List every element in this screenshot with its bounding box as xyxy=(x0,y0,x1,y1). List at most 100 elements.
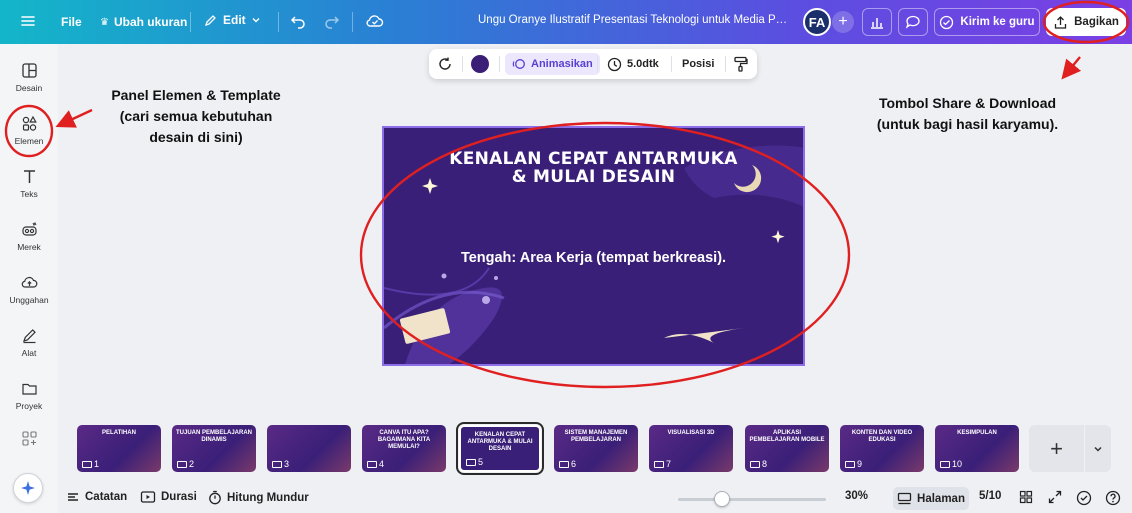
slide-canvas[interactable]: KENALAN CEPAT ANTARMUKA & MULAI DESAIN T… xyxy=(382,126,805,366)
page-thumbnail-7[interactable]: VISUALISASI 3D 7 xyxy=(649,425,733,472)
sidebar-item-elements[interactable]: Elemen xyxy=(0,105,58,155)
refresh-sparkle-icon xyxy=(439,57,451,70)
send-to-teacher-button[interactable]: Kirim ke guru xyxy=(934,8,1040,36)
insights-button[interactable] xyxy=(862,8,892,36)
page-thumbnail-3[interactable]: 3 xyxy=(267,425,351,472)
cloud-upload-icon xyxy=(21,276,37,288)
page-thumbnail-4[interactable]: CANVA ITU APA? BAGAIMANA KITA MEMULAI? 4 xyxy=(362,425,446,472)
position-button[interactable]: Posisi xyxy=(682,49,714,79)
page-counter[interactable]: 5/10 xyxy=(979,490,1001,502)
check-button[interactable] xyxy=(1076,490,1092,506)
animate-icon xyxy=(512,59,525,69)
edit-menu[interactable]: Edit xyxy=(204,13,261,27)
bar-chart-icon xyxy=(871,18,883,29)
copy-style-button[interactable] xyxy=(733,49,748,79)
slide-icon xyxy=(82,460,92,468)
sidebar-item-brand[interactable]: Merek xyxy=(0,211,58,261)
help-button[interactable] xyxy=(1105,490,1121,506)
redo-button[interactable] xyxy=(324,13,340,29)
hamburger-icon xyxy=(21,16,35,26)
plus-icon: + xyxy=(838,13,848,30)
slide-icon xyxy=(177,460,187,468)
document-title[interactable]: Ungu Oranye Ilustratif Presentasi Teknol… xyxy=(478,14,788,26)
avatar[interactable]: FA xyxy=(803,8,831,36)
duration-button[interactable]: Durasi xyxy=(140,490,197,504)
context-toolbar: Animasikan 5.0dtk Posisi xyxy=(429,49,757,79)
slide-icon xyxy=(750,460,760,468)
cloud-save-status[interactable] xyxy=(366,13,384,29)
slide-title-line1[interactable]: KENALAN CEPAT ANTARMUKA xyxy=(384,150,803,168)
slide-icon xyxy=(654,460,664,468)
page-thumbnail-8[interactable]: APLIKASI PEMBELAJARAN MOBILE 8 xyxy=(745,425,829,472)
sidebar-item-uploads[interactable]: Unggahan xyxy=(0,264,58,314)
pen-icon xyxy=(22,328,36,343)
sidebar-item-tools[interactable]: Alat xyxy=(0,317,58,367)
sidebar-item-projects[interactable]: Proyek xyxy=(0,370,58,420)
slide-icon xyxy=(845,460,855,468)
page-thumbnail-10[interactable]: KESIMPULAN 10 xyxy=(935,425,1019,472)
magic-assistant-button[interactable] xyxy=(13,473,43,503)
color-swatch-button[interactable] xyxy=(471,49,489,79)
bottom-bar: Catatan Durasi Hitung Mundur 30% Halaman… xyxy=(58,484,1132,513)
crown-icon: ♛ xyxy=(100,16,109,28)
pencil-icon xyxy=(204,15,216,27)
play-box-icon xyxy=(140,491,156,503)
slide-icon xyxy=(559,460,569,468)
slide-icon xyxy=(940,460,950,468)
menu-button[interactable] xyxy=(20,13,36,29)
fullscreen-button[interactable] xyxy=(1048,490,1062,504)
top-bar: File ♛ Ubah ukuran Edit Ungu Oranye Ilus… xyxy=(0,0,1132,44)
brand-icon xyxy=(21,221,37,236)
page-options-button[interactable] xyxy=(1085,425,1111,472)
page-thumbnail-5-selected[interactable]: KENALAN CEPAT ANTARMUKA & MULAI DESAIN 5 xyxy=(456,422,544,475)
pages-view-button[interactable]: Halaman xyxy=(893,487,969,510)
sidebar-item-apps[interactable] xyxy=(0,418,58,458)
share-button[interactable]: Bagikan xyxy=(1046,8,1126,36)
add-page-button[interactable]: + xyxy=(1029,425,1084,472)
expand-icon xyxy=(1048,490,1062,504)
slide-icon xyxy=(272,460,282,468)
sidebar-item-design[interactable]: Desain xyxy=(0,52,58,102)
zoom-slider[interactable] xyxy=(678,498,826,501)
plus-icon: + xyxy=(1050,435,1063,461)
notes-icon xyxy=(68,493,78,501)
folder-icon xyxy=(21,383,37,395)
animate-button[interactable]: Animasikan xyxy=(505,53,600,75)
add-collaborator-button[interactable]: + xyxy=(832,11,854,33)
zoom-slider-handle[interactable] xyxy=(714,491,730,507)
page-thumbnail-9[interactable]: KONTEN DAN VIDEO EDUKASI 9 xyxy=(840,425,924,472)
color-swatch xyxy=(471,55,489,73)
slide-title-line2[interactable]: & MULAI DESAIN xyxy=(384,168,803,186)
sidebar-item-text[interactable]: Teks xyxy=(0,158,58,208)
annotation-share-download: Tombol Share & Download (untuk bagi hasi… xyxy=(876,95,1059,132)
clock-icon xyxy=(607,57,622,71)
slide-center-text[interactable]: Tengah: Area Kerja (tempat berkreasi). xyxy=(384,250,803,266)
sparkle-icon xyxy=(21,481,35,495)
refresh-design-button[interactable] xyxy=(437,49,453,79)
check-circle-icon xyxy=(940,15,954,29)
page-thumbnail-2[interactable]: TUJUAN PEMBELAJARAN DINAMIS 2 xyxy=(172,425,256,472)
countdown-button[interactable]: Hitung Mundur xyxy=(208,490,309,505)
shapes-icon xyxy=(22,115,37,131)
resize-button[interactable]: ♛ Ubah ukuran xyxy=(100,15,187,29)
annotation-left-panel: Panel Elemen & Template (cari semua kebu… xyxy=(111,87,281,145)
zoom-level[interactable]: 30% xyxy=(845,490,868,502)
notes-button[interactable]: Catatan xyxy=(66,490,127,504)
file-menu[interactable]: File xyxy=(61,15,82,29)
layout-icon xyxy=(21,62,37,78)
comment-button[interactable] xyxy=(898,8,928,36)
text-icon xyxy=(23,169,35,183)
chevron-down-icon xyxy=(252,18,260,23)
share-upload-icon xyxy=(1054,15,1067,29)
help-icon xyxy=(1105,490,1121,506)
grid-view-button[interactable] xyxy=(1019,490,1033,504)
comment-icon xyxy=(905,15,920,29)
slide-icon xyxy=(367,460,377,468)
page-thumbnail-1[interactable]: PELATIHAN 1 xyxy=(77,425,161,472)
undo-button[interactable] xyxy=(290,13,306,29)
duration-button[interactable]: 5.0dtk xyxy=(607,49,659,79)
pages-icon xyxy=(897,492,912,505)
grid-icon xyxy=(1019,490,1033,504)
left-sidebar: Desain Elemen Teks Merek Unggahan Alat P… xyxy=(0,44,58,513)
page-thumbnail-6[interactable]: SISTEM MANAJEMEN PEMBELAJARAN 6 xyxy=(554,425,638,472)
